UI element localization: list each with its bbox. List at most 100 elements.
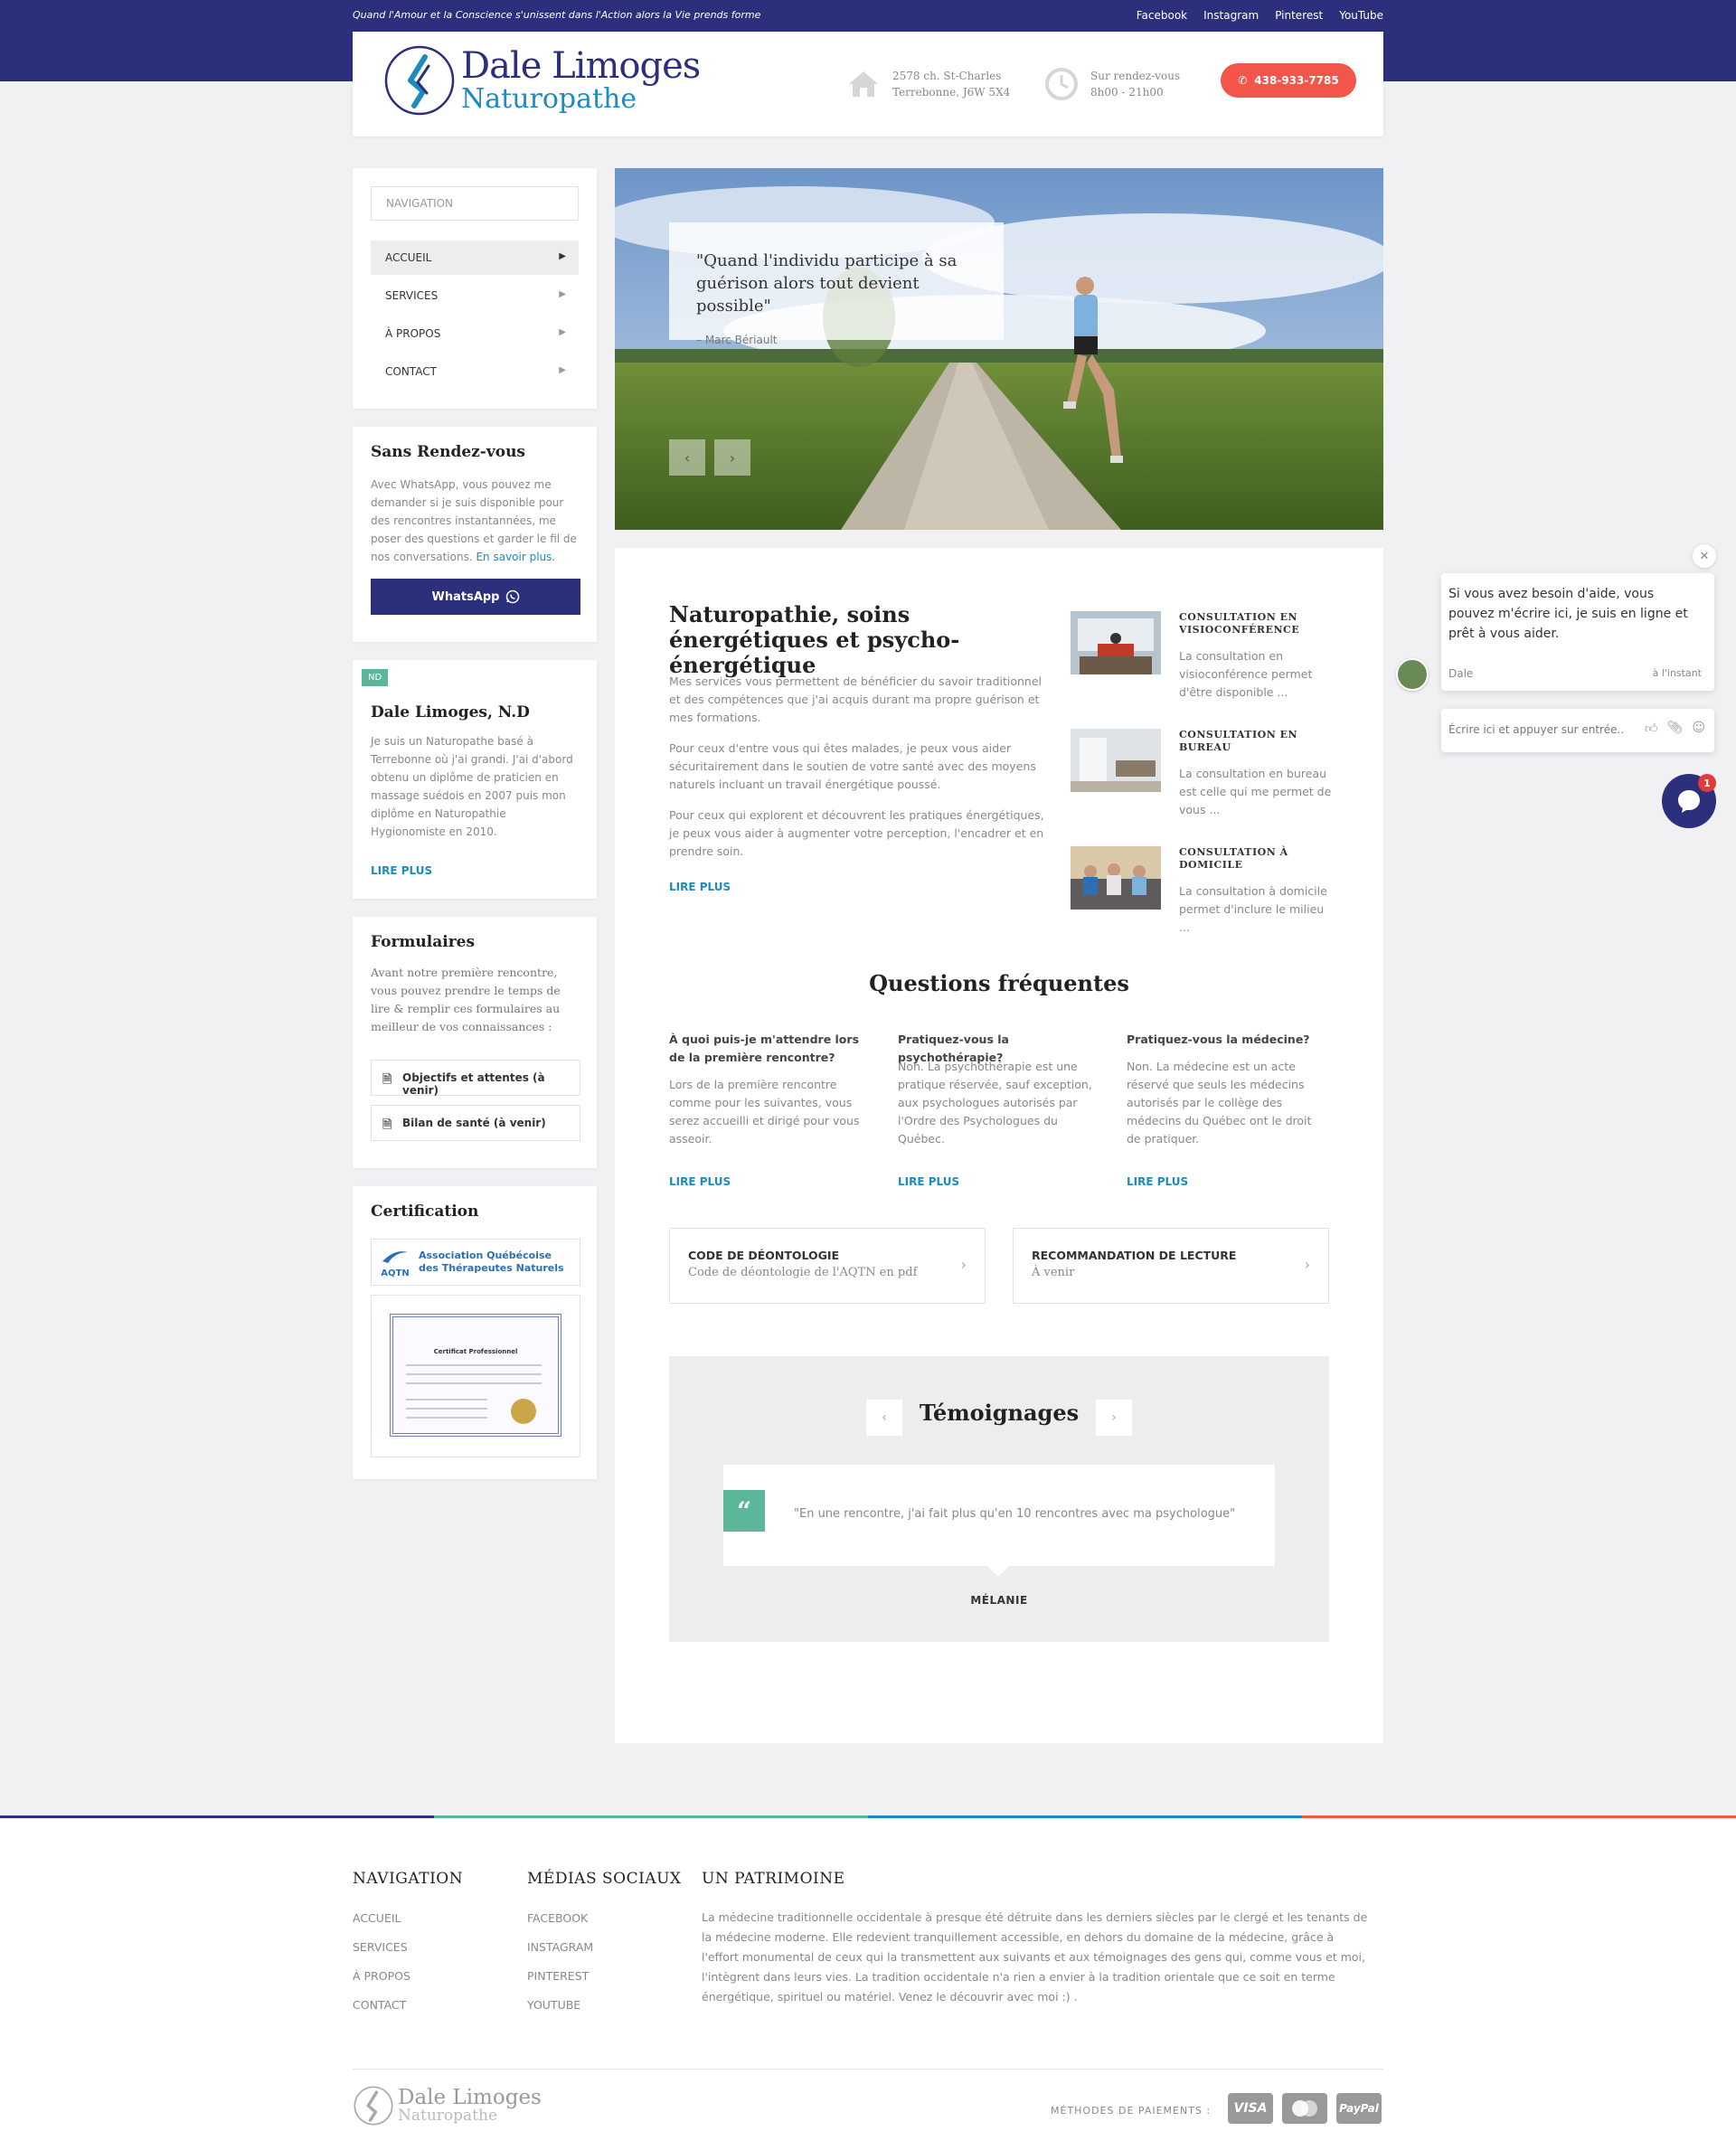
chat-agent-name: Dale (1448, 667, 1474, 680)
footer-nav-link[interactable]: ACCUEIL (353, 1911, 401, 1925)
about-readmore-link[interactable]: LIRE PLUS (371, 864, 432, 877)
consult-desc: La consultation à domicile permet d'incl… (1179, 884, 1327, 934)
sidebar-item-a-propos[interactable]: À PROPOS ▶ (371, 316, 579, 351)
objectives-form-button[interactable]: 🗎 Objectifs et attentes (à venir) (371, 1060, 580, 1097)
pdf-file-icon: 🗎 (382, 1118, 392, 1132)
home-icon (849, 71, 878, 97)
attachment-icon[interactable]: 📎︎ (1667, 721, 1684, 736)
hours-line2: 8h00 - 21h00 (1090, 86, 1164, 99)
chevron-right-icon: › (960, 1256, 967, 1273)
faq-readmore-link[interactable]: LIRE PLUS (1127, 1175, 1188, 1188)
consult-domicile[interactable]: CONSULTATION À DOMICILE La consultation … (1071, 846, 1333, 946)
form-button-label: Objectifs et attentes (à venir) (402, 1071, 545, 1097)
consult-desc: La consultation en visioconférence perme… (1179, 649, 1313, 699)
chat-unread-badge: 1 (1698, 774, 1716, 792)
hero-quote-box: "Quand l'individu participe à sa guériso… (669, 222, 1004, 346)
hero-quote-author: – Marc Bériault (696, 334, 778, 346)
sidebar-item-services[interactable]: SERVICES ▶ (371, 278, 579, 313)
chat-bubble-icon (1678, 790, 1700, 813)
sidebar-item-contact[interactable]: CONTACT ▶ (371, 354, 579, 389)
nd-badge: ND (362, 669, 389, 686)
logo-mark-icon (384, 45, 455, 116)
walkin-title: Sans Rendez-vous (371, 443, 526, 461)
emoji-icon[interactable]: ☺ (1692, 721, 1705, 736)
intro-paragraph-3: Pour ceux qui explorent et découvrent le… (669, 808, 1044, 858)
about-text: Je suis un Naturopathe basé à Terrebonne… (371, 735, 573, 838)
intro-readmore-link[interactable]: LIRE PLUS (669, 881, 731, 893)
site-logo[interactable]: Dale Limoges Naturopathe (383, 44, 701, 117)
hero-slider: "Quand l'individu participe à sa guériso… (615, 168, 1383, 530)
form-button-label: Bilan de santé (à venir) (402, 1117, 546, 1129)
forms-card: Formulaires Avant notre première rencont… (353, 917, 597, 1168)
logo-subtitle: Naturopathe (461, 83, 637, 115)
footer-logo-subtitle: Naturopathe (398, 2107, 498, 2125)
footer-color-bar (0, 1815, 1736, 1818)
hours-line1: Sur rendez-vous (1090, 70, 1181, 82)
footer-logo[interactable]: Dale Limoges Naturopathe (353, 2085, 542, 2126)
chevron-left-icon: ‹ (684, 448, 691, 467)
certificate-title: Certificat Professionnel (433, 1348, 518, 1355)
doc-title: RECOMMANDATION DE LECTURE (1032, 1249, 1237, 1262)
sidebar-item-accueil[interactable]: ACCUEIL ▶ (371, 240, 579, 275)
hours-info: Sur rendez-vous 8h00 - 21h00 (1043, 66, 1180, 102)
sidebar-item-label: CONTACT (385, 365, 437, 378)
footer-divider (353, 2069, 1383, 2070)
aqtn-name-line1: Association Québécoise (419, 1249, 552, 1261)
top-social-links: Facebook Instagram Pinterest YouTube (1137, 9, 1383, 22)
chat-input-box[interactable]: Écrire ici et appuyer sur entrée.. 👍︎ 📎︎… (1441, 709, 1714, 752)
quote-icon: “ (723, 1490, 765, 1532)
consult-bureau-image (1071, 729, 1161, 792)
footer-logo-mark-icon (354, 2086, 393, 2126)
hero-quote: "Quand l'individu participe à sa guériso… (696, 251, 958, 316)
chevron-right-icon: › (1304, 1256, 1310, 1273)
instagram-link[interactable]: Instagram (1203, 9, 1259, 22)
chevron-right-icon: ▶ (559, 251, 566, 261)
footer-nav-link[interactable]: À PROPOS (353, 1969, 410, 1983)
learn-more-link[interactable]: En savoir plus. (476, 551, 555, 563)
reading-recommendation-button[interactable]: RECOMMANDATION DE LECTURE À venir › (1013, 1228, 1329, 1304)
mastercard-icon (1282, 2093, 1327, 2124)
aqtn-name-line2: des Thérapeutes Naturels (419, 1262, 564, 1274)
pinterest-link[interactable]: Pinterest (1275, 9, 1323, 22)
chat-input-placeholder: Écrire ici et appuyer sur entrée.. (1448, 723, 1625, 736)
sidebar-item-label: À PROPOS (385, 327, 441, 340)
whatsapp-label: WhatsApp (431, 589, 500, 604)
footer-nav-link[interactable]: SERVICES (353, 1940, 408, 1954)
aqtn-abbr: AQTN (381, 1268, 410, 1278)
footer-nav-link[interactable]: CONTACT (353, 1998, 406, 2012)
testimonial-card: “ "En une rencontre, j'ai fait plus qu'e… (723, 1465, 1275, 1577)
code-deontologie-button[interactable]: CODE DE DÉONTOLOGIE Code de déontologie … (669, 1228, 986, 1304)
thumbs-up-icon[interactable]: 👍︎ (1645, 721, 1658, 736)
faq-answer: Non. La psychothérapie est une pratique … (898, 1060, 1092, 1146)
certificate-image[interactable]: Certificat Professionnel (371, 1295, 580, 1457)
footer-youtube-link[interactable]: YOUTUBE (527, 1998, 580, 2012)
chevron-right-icon: ▶ (559, 327, 566, 337)
slider-prev-button[interactable]: ‹ (669, 439, 705, 476)
footer-instagram-link[interactable]: INSTAGRAM (527, 1940, 593, 1954)
youtube-link[interactable]: YouTube (1339, 9, 1383, 22)
chat-message-card: Si vous avez besoin d'aide, vous pouvez … (1441, 573, 1714, 691)
slider-next-button[interactable]: › (714, 439, 750, 476)
about-card: ND Dale Limoges, N.D Je suis un Naturopa… (353, 660, 597, 899)
faq-title: Questions fréquentes (869, 970, 1129, 996)
consult-bureau[interactable]: CONSULTATION EN BUREAU La consultation e… (1071, 729, 1333, 828)
health-form-button[interactable]: 🗎 Bilan de santé (à venir) (371, 1105, 580, 1141)
faq-readmore-link[interactable]: LIRE PLUS (898, 1175, 959, 1188)
faq-answer: Non. La médecine est un acte réservé que… (1127, 1060, 1312, 1146)
testimonial-next-button[interactable]: › (1096, 1400, 1132, 1436)
facebook-link[interactable]: Facebook (1137, 9, 1187, 22)
chat-close-button[interactable]: ✕ (1693, 544, 1716, 568)
phone-button[interactable]: ✆ 438-933-7785 (1221, 63, 1356, 98)
faq-answer: Lors de la première rencontre comme pour… (669, 1078, 860, 1146)
aqtn-logo: AQTN Association Québécoise des Thérapeu… (371, 1239, 580, 1286)
faq-readmore-link[interactable]: LIRE PLUS (669, 1175, 731, 1188)
footer-heritage-title: UN PATRIMOINE (702, 1870, 845, 1888)
footer-facebook-link[interactable]: FACEBOOK (527, 1911, 588, 1925)
footer-pinterest-link[interactable]: PINTEREST (527, 1969, 589, 1983)
consult-visio[interactable]: CONSULTATION EN VISIOCONFÉRENCE La consu… (1071, 611, 1333, 711)
whatsapp-button[interactable]: WhatsApp (371, 579, 580, 615)
address-line1: 2578 ch. St-Charles (892, 70, 1002, 82)
walkin-text: Avec WhatsApp, vous pouvez me demander s… (371, 478, 577, 563)
whatsapp-icon (505, 589, 519, 604)
doc-title: CODE DE DÉONTOLOGIE (688, 1249, 840, 1262)
